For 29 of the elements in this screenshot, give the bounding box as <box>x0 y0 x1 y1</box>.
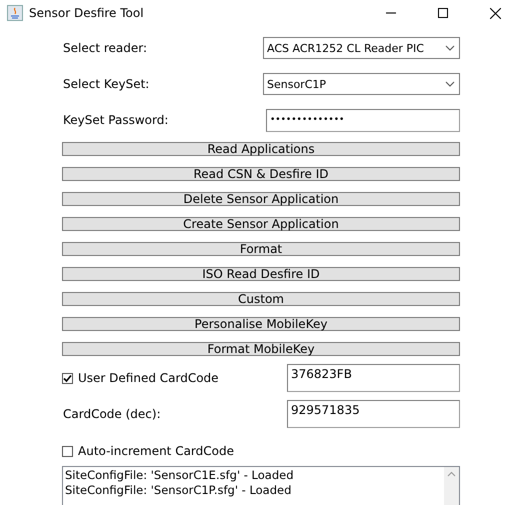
action-button[interactable]: Delete Sensor Application <box>62 192 460 206</box>
log-line: SiteConfigFile: 'SensorC1E.sfg' - Loaded <box>65 468 295 483</box>
action-button[interactable]: Create Sensor Application <box>62 217 460 231</box>
cardcode-dec-field[interactable]: 929571835 <box>287 400 460 428</box>
field-label: Select reader: <box>63 41 148 55</box>
reader-dropdown[interactable]: ACS ACR1252 CL Reader PIC <box>263 37 460 59</box>
action-button[interactable]: Read CSN & Desfire ID <box>62 167 460 181</box>
window-title: Sensor Desfire Tool <box>29 6 145 20</box>
maximize-icon[interactable] <box>438 8 448 18</box>
field-label: Select KeySet: <box>63 77 150 91</box>
checkbox-label: Auto-increment CardCode <box>78 444 234 458</box>
checkbox-label: User Defined CardCode <box>78 371 219 385</box>
action-button[interactable]: Personalise MobileKey <box>62 317 460 331</box>
action-button[interactable]: Read Applications <box>62 142 460 156</box>
close-icon[interactable] <box>490 8 500 18</box>
log-line: SiteConfigFile: 'SensorC1P.sfg' - Loaded <box>65 483 292 498</box>
action-button[interactable]: ISO Read Desfire ID <box>62 267 460 281</box>
action-button[interactable]: Format <box>62 242 460 256</box>
app-icon <box>7 5 23 21</box>
field-label: CardCode (dec): <box>63 407 161 421</box>
cardcode-field[interactable]: 376823FB <box>287 364 460 392</box>
password-field[interactable]: •••••••••••••• <box>266 108 460 132</box>
keyset-dropdown[interactable]: SensorC1P <box>263 73 460 95</box>
action-button[interactable]: Custom <box>62 292 460 306</box>
scrollbar[interactable] <box>444 467 459 505</box>
checkbox[interactable] <box>62 372 73 384</box>
checkbox[interactable] <box>62 446 73 456</box>
action-button[interactable]: Format MobileKey <box>62 342 460 356</box>
field-label: KeySet Password: <box>63 113 168 127</box>
